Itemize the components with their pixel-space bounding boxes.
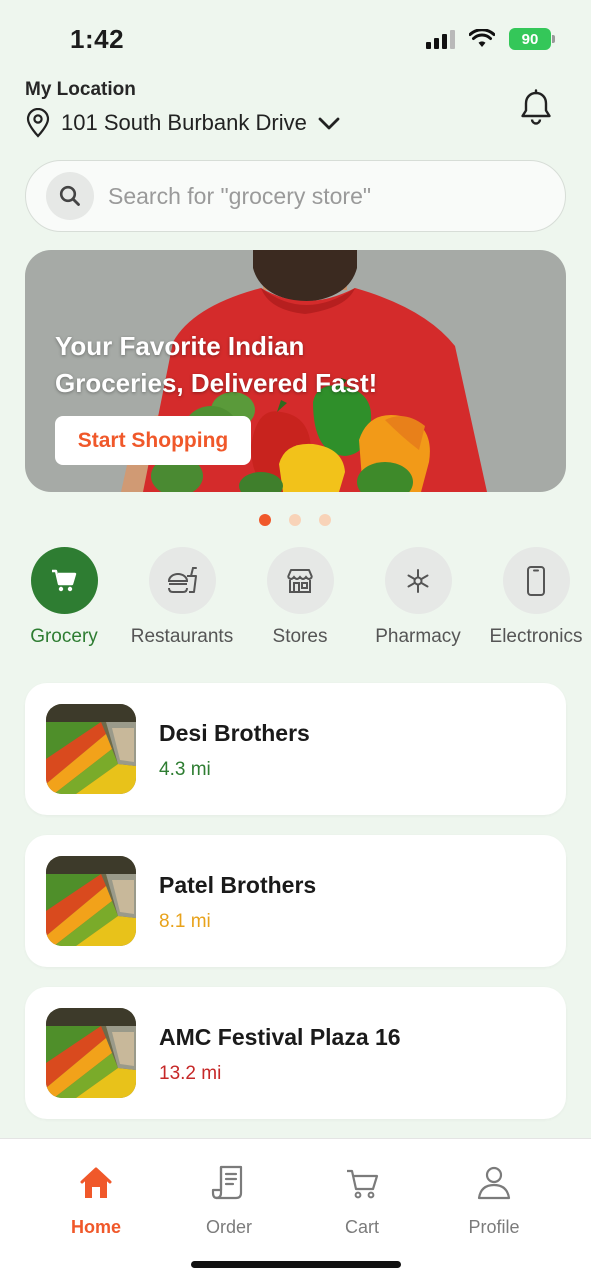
home-indicator bbox=[191, 1261, 401, 1268]
store-thumbnail bbox=[46, 856, 136, 946]
category-stores[interactable]: Stores bbox=[240, 547, 360, 649]
category-label: Stores bbox=[272, 626, 328, 647]
chevron-down-icon bbox=[318, 117, 340, 130]
home-icon bbox=[80, 1167, 112, 1198]
cellular-signal-icon bbox=[426, 29, 455, 49]
carousel-dot[interactable] bbox=[259, 514, 271, 526]
store-thumbnail bbox=[46, 704, 136, 794]
receipt-icon bbox=[211, 1165, 243, 1200]
status-bar: 1:42 90 bbox=[0, 0, 591, 80]
nav-profile[interactable]: Profile bbox=[439, 1163, 549, 1238]
store-distance: 13.2 mi bbox=[159, 1063, 222, 1084]
category-electronics[interactable]: Electronics bbox=[476, 547, 591, 649]
carousel-indicator bbox=[259, 514, 331, 526]
category-pharmacy[interactable]: Pharmacy bbox=[358, 547, 478, 649]
category-grocery[interactable]: Grocery bbox=[4, 547, 124, 649]
pharmacy-icon bbox=[384, 547, 452, 614]
store-thumbnail bbox=[46, 1008, 136, 1098]
battery-icon: 90 bbox=[509, 28, 555, 50]
store-name: Desi Brothers bbox=[159, 720, 310, 746]
location-label: My Location bbox=[25, 79, 136, 100]
phone-icon bbox=[502, 547, 570, 614]
nav-label: Profile bbox=[468, 1217, 520, 1237]
category-label: Electronics bbox=[489, 626, 583, 647]
store-name: AMC Festival Plaza 16 bbox=[159, 1024, 401, 1050]
status-icons: 90 bbox=[426, 28, 555, 50]
store-distance: 8.1 mi bbox=[159, 911, 211, 932]
search-icon bbox=[46, 172, 94, 220]
battery-level: 90 bbox=[521, 30, 539, 48]
location-pin-icon bbox=[26, 108, 50, 138]
nav-order[interactable]: Order bbox=[174, 1163, 284, 1238]
store-name: Patel Brothers bbox=[159, 872, 317, 898]
nav-label: Home bbox=[70, 1217, 121, 1237]
store-card[interactable]: Desi Brothers 4.3 mi bbox=[25, 683, 566, 815]
status-time: 1:42 bbox=[70, 24, 125, 54]
store-card[interactable]: Patel Brothers 8.1 mi bbox=[25, 835, 566, 967]
nav-label: Order bbox=[205, 1217, 252, 1237]
nav-home[interactable]: Home bbox=[41, 1163, 151, 1238]
carousel-dot[interactable] bbox=[319, 514, 331, 526]
store-distance: 4.3 mi bbox=[159, 759, 211, 780]
carousel-dot[interactable] bbox=[289, 514, 301, 526]
category-restaurants[interactable]: Restaurants bbox=[122, 547, 242, 649]
promo-banner[interactable]: Your Favorite Indian Groceries, Delivere… bbox=[25, 250, 566, 492]
burger-drink-icon bbox=[148, 547, 216, 614]
store-card[interactable]: AMC Festival Plaza 16 13.2 mi bbox=[25, 987, 566, 1119]
location-selector[interactable]: 101 South Burbank Drive bbox=[25, 108, 341, 138]
storefront-icon bbox=[266, 547, 334, 614]
location-address: 101 South Burbank Drive bbox=[61, 110, 307, 135]
nav-label: Cart bbox=[344, 1217, 379, 1237]
search-bar[interactable] bbox=[25, 160, 566, 232]
cart-icon bbox=[30, 547, 98, 614]
category-row: Grocery Restaurants Stores Pharmacy Elec… bbox=[0, 547, 591, 677]
search-input[interactable] bbox=[108, 182, 538, 210]
user-icon bbox=[477, 1166, 511, 1200]
category-label: Restaurants bbox=[130, 626, 234, 647]
category-label: Pharmacy bbox=[375, 626, 461, 647]
bell-icon[interactable] bbox=[518, 89, 554, 127]
category-label: Grocery bbox=[30, 626, 98, 647]
wifi-icon bbox=[469, 29, 495, 47]
nav-cart[interactable]: Cart bbox=[307, 1163, 417, 1238]
banner-title: Your Favorite Indian Groceries, Delivere… bbox=[55, 331, 378, 398]
bottom-nav: Home Order Cart Profile bbox=[0, 1138, 591, 1280]
cart-outline-icon bbox=[347, 1169, 379, 1199]
start-shopping-button[interactable]: Start Shopping bbox=[55, 416, 251, 465]
